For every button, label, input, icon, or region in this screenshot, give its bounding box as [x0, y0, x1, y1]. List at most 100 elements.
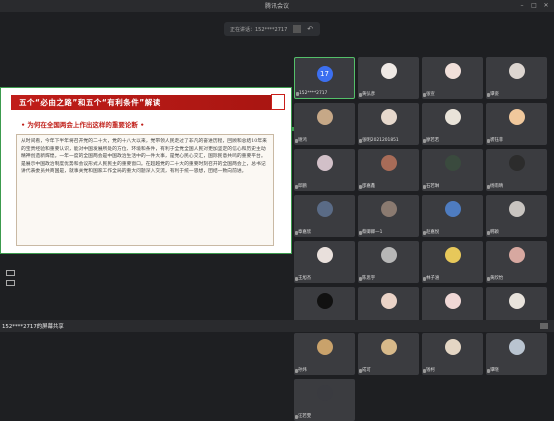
participant-name: 韩颖	[490, 230, 499, 235]
participant-name: 林子涵	[426, 276, 440, 281]
participant-tile[interactable]: 黄欣怡	[486, 241, 547, 283]
participant-tile[interactable]: 林子涵	[422, 241, 483, 283]
maximize-button[interactable]: □	[530, 2, 538, 10]
participant-name: 廖若若	[426, 138, 440, 143]
participant-name: 章嘉欣	[298, 230, 312, 235]
status-bar: 152****2717的屏幕共享	[0, 320, 554, 332]
participant-name: 杨雨晴	[490, 184, 504, 189]
participant-tile[interactable]: 汪若雯	[294, 379, 355, 421]
avatar	[316, 247, 333, 263]
participant-name: 谭姿	[490, 92, 499, 97]
emblem-icon	[271, 94, 285, 110]
participant-name: 王旭杰	[298, 276, 312, 281]
screen-share-view: 五个“必由之路”和五个“有利条件”解读 • 为何在全国两会上作出这样的重要论断 …	[0, 87, 292, 254]
participant-name: 石若琳	[426, 184, 440, 189]
participant-tile[interactable]: 廖若若	[422, 103, 483, 145]
avatar	[444, 155, 461, 171]
participant-name: 邵嘉鑫	[362, 184, 376, 189]
participant-tile[interactable]: 谭晓	[486, 333, 547, 375]
slide-subtitle: • 为何在全国两会上作出这样的重要论断 •	[21, 121, 145, 129]
participant-name: 黄欣怡	[490, 276, 504, 281]
participant-name: 陈思宇	[362, 276, 376, 281]
avatar	[316, 293, 333, 309]
participant-tile[interactable]: 邵嘉鑫	[358, 149, 419, 191]
avatar	[316, 339, 333, 355]
participant-tile[interactable]: 赵嘉悦	[422, 195, 483, 237]
title-bar: 腾讯会议 – □ ✕	[0, 0, 554, 12]
participant-name: 谢鸿	[298, 138, 307, 143]
avatar	[444, 201, 461, 217]
participant-name: 孙炜	[298, 368, 307, 373]
window-title: 腾讯会议	[264, 3, 289, 10]
avatar	[316, 109, 333, 125]
participant-tile[interactable]: 谭姿	[486, 57, 547, 99]
avatar	[444, 109, 461, 125]
participant-name: 裘钰菲	[490, 138, 504, 143]
avatar	[316, 385, 333, 401]
self-avatar: 17	[316, 66, 333, 82]
back-arrow-icon[interactable]: ↶	[307, 25, 313, 33]
fullscreen-icon[interactable]	[540, 323, 548, 329]
participant-grid: 17 152****2717 黄弘彦 张宣 谭姿谢鸿 张明2021201851 廖若若 裘钰菲…	[294, 57, 550, 421]
participant-name: 汪若雯	[298, 414, 312, 419]
avatar	[508, 63, 525, 79]
participant-tile[interactable]: 杨雨晴	[486, 149, 547, 191]
avatar	[380, 155, 397, 171]
participant-tile[interactable]: 邱鹏	[294, 149, 355, 191]
avatar	[508, 247, 525, 263]
participant-tile[interactable]: 钱柯	[422, 333, 483, 375]
layout-grid-icon[interactable]	[293, 25, 302, 33]
avatar	[380, 339, 397, 355]
avatar	[380, 247, 397, 263]
participant-name: 张宣	[426, 92, 435, 97]
participant-name: 黄弘彦	[362, 92, 376, 97]
avatar	[444, 247, 461, 263]
layout-icon[interactable]	[6, 280, 15, 286]
avatar	[316, 155, 333, 171]
participant-name: 邱鹏	[298, 184, 307, 189]
participant-tile[interactable]: 黄弘彦	[358, 57, 419, 99]
speaking-indicator: 正在讲话：152****2717 ↶	[224, 22, 320, 36]
participant-name: 152****2717	[299, 91, 328, 96]
avatar	[444, 293, 461, 309]
participant-name: 成可	[362, 368, 371, 373]
participant-tile[interactable]: 成可	[358, 333, 419, 375]
avatar	[508, 155, 525, 171]
avatar	[380, 109, 397, 125]
avatar	[380, 63, 397, 79]
participant-tile[interactable]: 蔡卿卿一1	[358, 195, 419, 237]
avatar	[508, 293, 525, 309]
participant-tile[interactable]: 孙炜	[294, 333, 355, 375]
participant-tile[interactable]: 裘钰菲	[486, 103, 547, 145]
participant-tile[interactable]: 张明2021201851	[358, 103, 419, 145]
participant-tile[interactable]: 韩颖	[486, 195, 547, 237]
participant-tile[interactable]: 章嘉欣	[294, 195, 355, 237]
avatar	[380, 201, 397, 217]
expand-icon[interactable]	[6, 270, 15, 276]
participant-tile[interactable]: 谢鸿	[294, 103, 355, 145]
participant-tile[interactable]: 王旭杰	[294, 241, 355, 283]
avatar	[508, 109, 525, 125]
participant-name: 蔡卿卿一1	[362, 230, 383, 235]
participant-tile[interactable]: 陈思宇	[358, 241, 419, 283]
avatar	[444, 339, 461, 355]
minimize-button[interactable]: –	[518, 2, 526, 10]
slide-heading: 五个“必由之路”和五个“有利条件”解读	[11, 95, 284, 110]
avatar	[508, 201, 525, 217]
avatar	[316, 201, 333, 217]
side-tools	[6, 270, 16, 290]
participant-tile[interactable]: 17 152****2717	[294, 57, 355, 99]
slide-body: 从时间看，今年下半年将召开党的二十大，党的十八大以来，党带领人民走过了非凡的奋进…	[16, 134, 274, 246]
share-status-text: 152****2717的屏幕共享	[2, 324, 64, 330]
speaking-label: 正在讲话：152****2717	[230, 26, 288, 33]
avatar	[380, 293, 397, 309]
participant-name: 赵嘉悦	[426, 230, 440, 235]
avatar	[508, 339, 525, 355]
participant-name: 张明2021201851	[362, 138, 399, 143]
participant-tile[interactable]: 石若琳	[422, 149, 483, 191]
participant-name: 谭晓	[490, 368, 499, 373]
participant-name: 钱柯	[426, 368, 435, 373]
avatar	[444, 63, 461, 79]
participant-tile[interactable]: 张宣	[422, 57, 483, 99]
close-button[interactable]: ✕	[542, 2, 550, 10]
